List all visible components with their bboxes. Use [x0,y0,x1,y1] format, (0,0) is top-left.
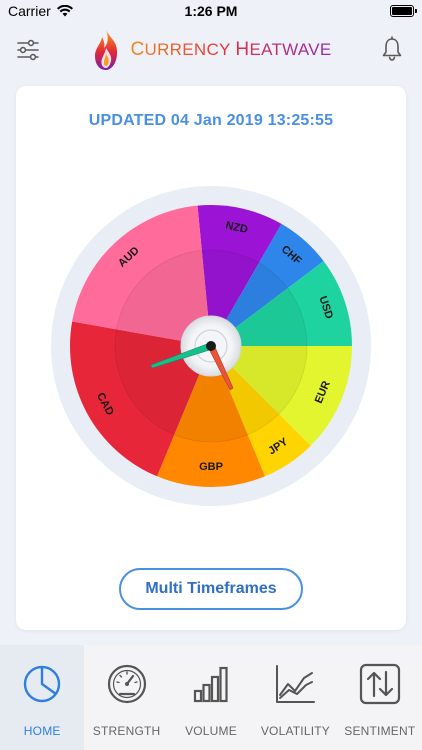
multi-timeframes-button[interactable]: Multi Timeframes [119,568,303,610]
tab-strength-label: STRENGTH [92,724,161,738]
brand: CURRENCY HEATWAVE [90,28,331,72]
needle-pivot [206,341,216,351]
tab-volatility-label: VOLATILITY [260,724,330,738]
currency-heat-wheel: NZDCHFUSDEURJPYGBPCADAUD [51,186,371,506]
app-header: CURRENCY HEATWAVE [0,22,422,78]
tab-volume-label: VOLUME [185,724,237,738]
app-title: CURRENCY HEATWAVE [130,39,331,61]
bar-chart-icon [193,666,228,703]
battery-level [392,7,412,15]
battery-icon [390,5,417,17]
tab-sentiment-label: SENTIMENT [344,724,416,738]
tab-strength[interactable]: STRENGTH [84,645,168,750]
app-title-part: EATWAVE [249,40,332,59]
status-left: Carrier [8,3,73,19]
bottom-tab-bar: HOME STRENGTH VOLUME VOLATILITY SENTIMEN… [0,645,422,750]
gauge-icon [107,664,146,704]
pie-chart-icon [24,665,61,703]
tab-home[interactable]: HOME [0,645,85,750]
tab-volume[interactable]: VOLUME [169,645,253,750]
tab-home-label: HOME [23,724,61,738]
bell-icon[interactable] [380,36,404,62]
carrier-label: Carrier [8,3,51,19]
up-down-arrows-icon [359,663,400,705]
status-bar: Carrier 1:26 PM [0,0,422,22]
updated-timestamp: UPDATED 04 Jan 2019 13:25:55 [88,112,334,129]
app-title-part: H [235,39,250,60]
flame-logo [95,30,118,70]
wifi-icon [56,5,73,17]
main-card: UPDATED 04 Jan 2019 13:25:55 NZD CHF USD EU… [16,86,406,630]
filter-sliders-icon[interactable] [16,38,40,62]
app-title-part: URRENCY [144,40,236,59]
app-title-part: C [130,39,145,60]
tab-volatility[interactable]: VOLATILITY [253,645,337,750]
line-chart-icon [276,665,316,703]
wheel-label-gbp: GBP [199,461,223,473]
tab-sentiment[interactable]: SENTIMENT [338,645,422,750]
